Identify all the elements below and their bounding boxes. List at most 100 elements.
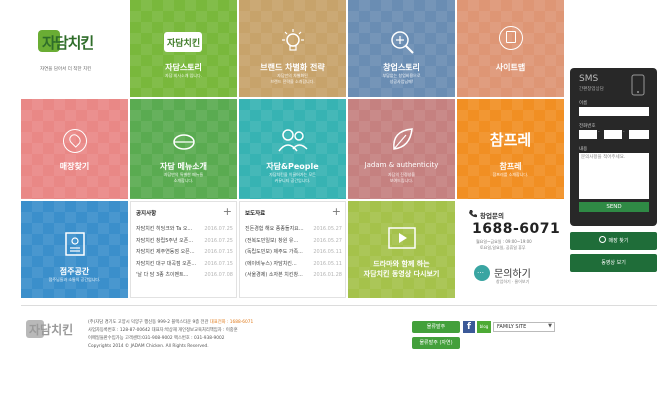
press-item[interactable]: (서울경제) 소자본 치킨창... 2016.01.28 xyxy=(245,270,342,282)
tile-menu[interactable]: 자담 메뉴소개 자담만의 특별한 메뉴들 소개합니다. xyxy=(130,99,237,199)
sms-name-label: 이름 xyxy=(579,101,588,106)
tile-menu-sub: 자담만의 특별한 메뉴들 소개합니다. xyxy=(163,172,204,183)
tile-community-title: 점주공간 xyxy=(59,267,90,276)
press-item[interactable]: 진돈경험 해요 종종돌지요... 2016.05.27 xyxy=(245,224,342,236)
footer-divider xyxy=(21,305,657,306)
chicken-menu-icon xyxy=(173,134,195,150)
tile-startup[interactable]: 창업스토리 부담없는 창업비용으로 성공사업님께! xyxy=(348,0,455,97)
sms-content-label: 내용 xyxy=(579,147,588,152)
notice-more-button[interactable]: + xyxy=(223,205,232,218)
magnifier-icon xyxy=(391,31,414,54)
ask-sub: 창업하기 · 물어보기 xyxy=(496,279,530,284)
tile-community-sub: 점주님들과 소통의 공간입니다. xyxy=(48,277,101,282)
people-icon xyxy=(278,129,308,152)
sms-phone-dash: - xyxy=(598,130,600,135)
logo-tagline: 자연을 담아서 더 착한 치킨 xyxy=(40,67,92,72)
tile-menu-title: 자담 메뉴소개 xyxy=(160,162,207,171)
tile-store-title: 매장찾기 xyxy=(59,162,90,171)
tile-video-title: 드라마와 함께 하는 자담치킨 동영상 다시보기 xyxy=(363,260,440,278)
tile-startup-title: 창업스토리 xyxy=(383,63,420,72)
ask-title[interactable]: 문의하기 xyxy=(494,265,531,280)
leaf-icon xyxy=(393,128,413,150)
tile-sitemap-title: 사이트맵 xyxy=(495,63,526,72)
inquiry-phone[interactable]: 1688-6071 xyxy=(472,221,560,237)
chevron-down-icon: ▼ xyxy=(548,323,552,329)
sms-name-input[interactable] xyxy=(579,107,649,116)
logo-text: 자담치킨 xyxy=(42,34,94,52)
order-button-natural[interactable]: 물류발주 (자연) xyxy=(412,337,460,349)
sms-title: SMS xyxy=(579,74,599,84)
notice-list: 자담치킨 히딩크와 Ta 오... 2016.07.25 자담치킨 창립5주년 오… xyxy=(136,224,233,282)
logo-area[interactable]: 자담치킨 자연을 담아서 더 착한 치킨 xyxy=(18,10,122,94)
tile-community[interactable]: 점주공간 점주님들과 소통의 공간입니다. xyxy=(21,201,128,298)
notice-panel: 공지사항 + 자담치킨 히딩크와 Ta 오... 2016.07.25 자담치킨 … xyxy=(130,201,237,298)
order-button[interactable]: 물류발주 xyxy=(412,321,460,333)
tile-authentic-title: Jadam & authenticity xyxy=(364,161,439,169)
family-site-label: FAMILY SITE xyxy=(497,324,527,330)
tile-authentic-sub: 자담의 진정성을 보여드립니다. xyxy=(387,172,416,183)
store-find-button[interactable]: 매장 찾기 xyxy=(570,232,657,250)
footer-business-info: 사업자등록번호 : 128-87-00642 대표자:박상재 개인정보교육처리책… xyxy=(88,328,238,333)
tile-startup-sub: 부담없는 창업비용으로 성공사업님께! xyxy=(382,73,421,84)
tile-sitemap[interactable]: 사이트맵 xyxy=(457,0,564,97)
tile-authentic[interactable]: Jadam & authenticity 자담의 진정성을 보여드립니다. xyxy=(348,99,455,199)
sms-phone-label: 전화번호 xyxy=(579,124,596,129)
notice-item[interactable]: 자담치킨 창립5주년 오픈... 2016.07.25 xyxy=(136,236,233,248)
press-title: 보도자료 xyxy=(245,211,266,217)
id-card-icon xyxy=(65,232,85,256)
sms-send-button[interactable]: SEND xyxy=(579,202,649,212)
startup-inquiry: 창업문의 1688-6071 월요일~금요일 : 09:00~19:00 토요일… xyxy=(460,203,565,298)
footer-copyright: Copyrights 2014 © JADAM Chicken. All Rig… xyxy=(88,344,209,349)
footer-address: (주)자담 경기도 고양시 덕양구 행신동 999-2 블랙스타운 9층 전관 … xyxy=(88,320,254,325)
smartphone-icon xyxy=(631,74,645,96)
blog-icon[interactable]: blog xyxy=(477,321,491,333)
play-video-icon xyxy=(388,227,416,249)
sms-panel: SMS 간편창업상담 이름 전화번호 - - 내용 문의사항을 적어주세요. S… xyxy=(570,68,657,226)
tile-champre-title: 참프레 xyxy=(499,162,522,171)
sms-phone-input-1[interactable] xyxy=(579,130,597,139)
press-item[interactable]: (전복도민일보) 창원 유... 2016.05.27 xyxy=(245,236,342,248)
tile-people[interactable]: 자담&People 자담치킨을 이끌어가는 모든 커뮤니티 공간입니다. xyxy=(239,99,346,199)
footer-logo-text: 자담치킨 xyxy=(29,323,74,337)
tile-champre[interactable]: 참프레 참프레 참프레를 소개합니다. xyxy=(457,99,564,199)
inquiry-label: 창업문의 xyxy=(480,212,504,220)
notice-item[interactable]: 자담치킨 제주연동점 오픈... 2016.07.15 xyxy=(136,247,233,259)
tile-brand[interactable]: 브랜드 차별화 전략 자담만의 차별화된 브랜드 전략을 소개합니다. xyxy=(239,0,346,97)
press-item[interactable]: (에이비뉴스) 자담치킨... 2016.05.11 xyxy=(245,259,342,271)
sms-phone-input-3[interactable] xyxy=(629,130,649,139)
story-logo: 자담치킨 xyxy=(167,39,201,49)
tile-story-sub: 자담 회사소개 입니다. xyxy=(165,73,202,78)
tile-people-title: 자담&People xyxy=(266,162,319,171)
tile-story[interactable]: 자담치킨 자담스토리 자담 회사소개 입니다. xyxy=(130,0,237,97)
tile-brand-title: 브랜드 차별화 전략 xyxy=(260,63,325,72)
tile-champre-sub: 참프레를 소개합니다. xyxy=(492,172,529,177)
tile-people-sub: 자담치킨을 이끌어가는 모든 커뮤니티 공간입니다. xyxy=(269,172,316,183)
sms-phone-input-2[interactable] xyxy=(604,130,622,139)
notice-item[interactable]: '날 다 담 3종 츠이벤트... 2016.07.08 xyxy=(136,270,233,282)
tile-story-title: 자담스토리 xyxy=(165,63,202,72)
sms-content-textarea[interactable]: 문의사항을 적어주세요. xyxy=(579,153,649,199)
notice-title: 공지사항 xyxy=(136,211,157,217)
footer-contact-info: 이메일들판수입가능 고객센터:031-908-9002 팩스번호 : 031-9… xyxy=(88,336,225,341)
tile-brand-sub: 자담만의 차별화된 브랜드 전략을 소개합니다. xyxy=(270,73,315,84)
notice-item[interactable]: 자담치킨 히딩크와 Ta 오... 2016.07.25 xyxy=(136,224,233,236)
inquiry-hours-weekend: 토요일,일요일, 공휴일 휴무 xyxy=(480,245,526,250)
champre-logo: 참프레 xyxy=(489,131,532,149)
tile-store[interactable]: 매장찾기 xyxy=(21,99,128,199)
sitemap-icon-glyph xyxy=(506,31,516,43)
press-list: 진돈경험 해요 종종돌지요... 2016.05.27 (전복도민일보) 창원 유… xyxy=(245,224,342,282)
search-icon xyxy=(598,236,606,243)
notice-item[interactable]: 자담치킨 대구 대곡점 오픈... 2016.07.15 xyxy=(136,259,233,271)
facebook-icon[interactable]: f xyxy=(463,321,475,333)
footer-logo: 자담치킨 xyxy=(26,320,74,338)
phone-icon xyxy=(469,210,477,218)
sms-phone-dash: - xyxy=(623,130,625,135)
tile-video[interactable]: 드라마와 함께 하는 자담치킨 동영상 다시보기 xyxy=(348,201,455,298)
press-panel: 보도자료 + 진돈경험 해요 종종돌지요... 2016.05.27 (전복도민일… xyxy=(239,201,346,298)
video-button[interactable]: 동영상 보기 xyxy=(570,254,657,272)
ask-icon-dots: … xyxy=(477,267,484,275)
family-site-select[interactable]: FAMILY SITE ▼ xyxy=(493,322,555,332)
press-more-button[interactable]: + xyxy=(332,205,341,218)
sms-subtitle: 간편창업상담 xyxy=(579,87,604,92)
press-item[interactable]: (독립도민보) 제주도 가족... 2016.05.11 xyxy=(245,247,342,259)
